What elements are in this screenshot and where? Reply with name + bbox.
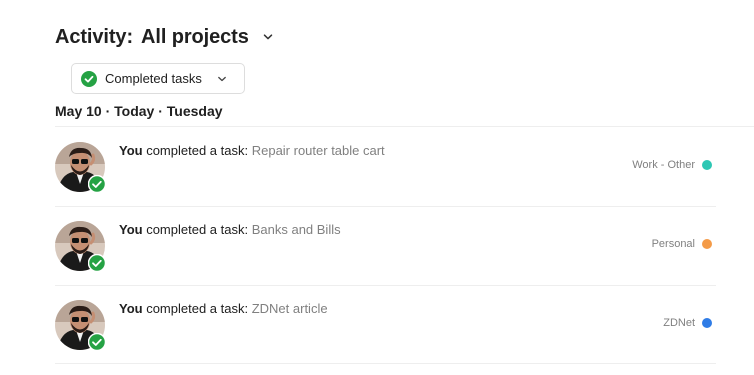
check-badge-icon (88, 333, 106, 351)
activity-item: You completed a task: Repair router tabl… (55, 128, 716, 206)
project-color-dot (702, 318, 712, 328)
activity-action: completed a task: (142, 222, 252, 237)
avatar[interactable] (55, 221, 106, 272)
divider (55, 126, 754, 127)
page-title-prefix: Activity: (55, 25, 134, 48)
project-tag[interactable]: Work - Other (632, 159, 712, 171)
activity-actor: You (119, 143, 143, 158)
check-badge-icon (88, 175, 106, 193)
activity-item: You completed a task: ZDNet article ZDNe… (55, 286, 716, 364)
activity-item: You completed a task: Banks and Bills Pe… (55, 207, 716, 285)
activity-text: You completed a task: Repair router tabl… (119, 143, 385, 158)
chevron-down-icon[interactable] (261, 30, 275, 44)
chevron-down-icon (216, 73, 228, 85)
project-name: Personal (651, 238, 695, 250)
activity-task-link[interactable]: Banks and Bills (252, 222, 341, 237)
project-name: ZDNet (663, 317, 695, 329)
activity-actor: You (119, 222, 143, 237)
activity-task-link[interactable]: Repair router table cart (252, 143, 385, 158)
project-color-dot (702, 239, 712, 249)
activity-task-link[interactable]: ZDNet article (252, 301, 328, 316)
activity-text: You completed a task: Banks and Bills (119, 222, 341, 237)
activity-action: completed a task: (142, 301, 252, 316)
activity-actor: You (119, 301, 143, 316)
project-tag[interactable]: Personal (652, 238, 712, 250)
activity-text: You completed a task: ZDNet article (119, 301, 328, 316)
activity-filter-dropdown[interactable]: Completed tasks (71, 63, 245, 94)
date-heading: May 10 · Today · Tuesday (55, 103, 223, 119)
project-name: Work - Other (632, 159, 695, 171)
check-badge-icon (88, 254, 106, 272)
activity-page: Activity: All projects Completed tasks M… (0, 0, 754, 375)
avatar[interactable] (55, 300, 106, 351)
project-color-dot (702, 160, 712, 170)
filter-label: Completed tasks (105, 71, 202, 86)
page-header: Activity: All projects (55, 22, 275, 52)
project-tag[interactable]: ZDNet (663, 317, 712, 329)
divider (55, 363, 716, 364)
activity-action: completed a task: (142, 143, 252, 158)
project-selector-label[interactable]: All projects (141, 26, 249, 49)
avatar[interactable] (55, 142, 106, 193)
check-circle-icon (81, 70, 97, 87)
